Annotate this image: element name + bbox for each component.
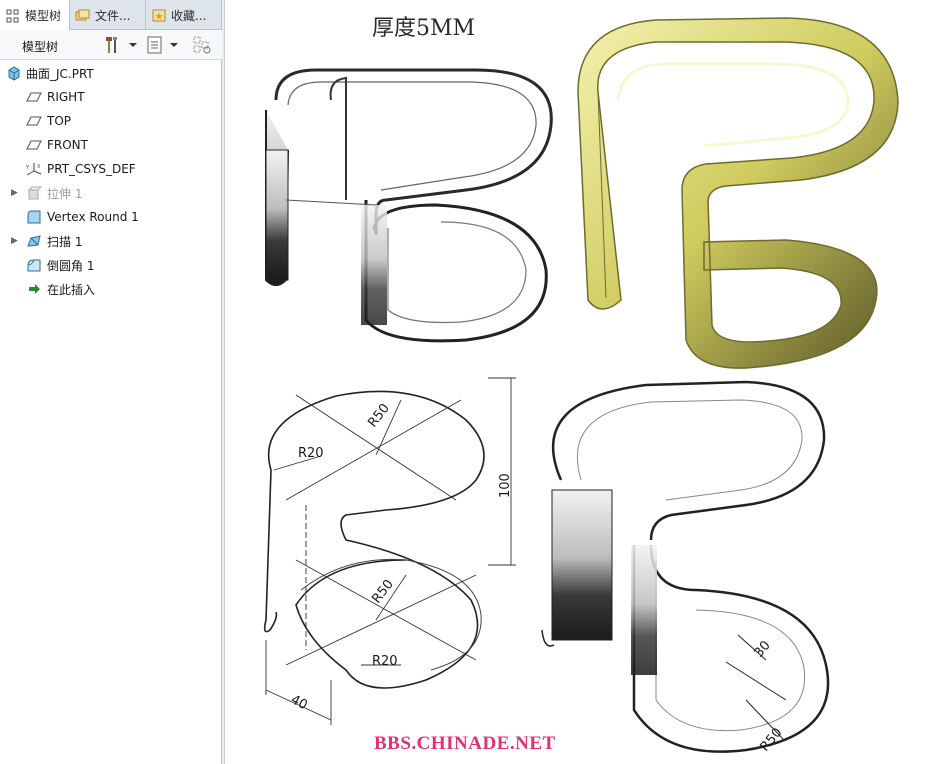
tab-model-tree[interactable]: 模型树: [0, 0, 70, 31]
tree-item-extrude[interactable]: ▶ 拉伸 1: [0, 182, 220, 204]
dim-r50-bottom: R50: [369, 577, 397, 606]
tree-settings-button[interactable]: [103, 35, 137, 55]
chevron-down-icon: [170, 43, 178, 47]
list-options-icon: [147, 36, 162, 54]
datum-plane-icon: [26, 92, 42, 102]
folder-icon: [75, 9, 90, 21]
tree-item-top[interactable]: TOP: [0, 110, 220, 132]
tree-item-label: FRONT: [47, 138, 88, 152]
shaded-model-3d: [577, 17, 899, 369]
tree-item-insert-here[interactable]: 在此插入: [0, 278, 220, 300]
coordinate-system-icon: Y X: [26, 163, 42, 176]
expand-arrow-icon[interactable]: ▶: [11, 236, 21, 246]
tree-item-label: RIGHT: [47, 90, 85, 104]
dim-30: 30: [752, 638, 774, 660]
part-icon: [8, 66, 20, 81]
tree-toolbar: 模型树: [0, 30, 222, 60]
tab-label: 收藏...: [171, 8, 207, 23]
sweep-icon: [27, 235, 41, 247]
tree-filter-button[interactable]: [192, 35, 212, 55]
tree-item-csys[interactable]: Y X PRT_CSYS_DEF: [0, 158, 220, 180]
tree-item-label: TOP: [47, 114, 72, 128]
tree-item-front[interactable]: FRONT: [0, 134, 220, 156]
tree-item-round[interactable]: 倒圆角 1: [0, 254, 220, 276]
dimension-drawing: [263, 377, 516, 725]
model-tree-panel: 模型树 文件... 收藏... 模型树 曲面_JC.PRT RIGHT TOP …: [0, 0, 222, 764]
dim-r50-right: R50: [758, 725, 786, 754]
show-options-button[interactable]: [146, 35, 178, 55]
tab-file-browser[interactable]: 文件...: [70, 0, 146, 30]
svg-text:X: X: [37, 164, 41, 170]
tree-item-vertex-round[interactable]: Vertex Round 1: [0, 206, 220, 228]
tree-item-right[interactable]: RIGHT: [0, 86, 220, 108]
tree-item-label: Vertex Round 1: [47, 210, 139, 224]
vertex-round-icon: [27, 210, 41, 224]
graphics-area[interactable]: 厚度5MM R50 R20 100 R50 R20 40 30 R50 BBS.…: [226, 0, 946, 764]
expand-arrow-icon[interactable]: ▶: [11, 188, 21, 198]
datum-plane-icon: [26, 116, 42, 126]
tab-label: 文件...: [95, 8, 131, 23]
tree-item-label: 倒圆角 1: [47, 258, 95, 273]
panel-splitter[interactable]: [222, 0, 225, 764]
dim-height: 100: [498, 473, 513, 498]
filter-icon: [193, 36, 211, 54]
sketch-top-left: [265, 68, 553, 343]
dim-width: 40: [288, 692, 310, 713]
toolbar-title: 模型树: [22, 40, 59, 54]
dimension-labels: R50 R20 100 R50 R20 40: [288, 401, 513, 713]
watermark-text: BBS.CHINADE.NET: [374, 733, 556, 754]
tree-root-item[interactable]: 曲面_JC.PRT: [0, 62, 220, 84]
model-tree-icon: [6, 9, 19, 22]
insert-arrow-icon: [29, 284, 40, 294]
tree-item-label: 扫描 1: [47, 234, 83, 249]
tree-item-label: 曲面_JC.PRT: [26, 66, 94, 81]
chevron-down-icon: [129, 43, 137, 47]
sketch-bottom-right: 30 R50: [541, 380, 830, 755]
tree-item-sweep[interactable]: ▶ 扫描 1: [0, 230, 220, 252]
tab-label: 模型树: [25, 9, 62, 23]
drawing-artwork: R50 R20 100 R50 R20 40 30 R50: [263, 17, 899, 755]
tree-item-label: 在此插入: [47, 282, 96, 297]
dim-r20-bottom: R20: [372, 654, 398, 669]
hammer-icon: [106, 37, 117, 53]
tree-item-label: 拉伸 1: [47, 186, 83, 201]
round-icon: [27, 259, 41, 272]
panel-tab-bar: 模型树 文件... 收藏...: [0, 0, 222, 31]
favorites-icon: [152, 9, 166, 22]
tab-favorites[interactable]: 收藏...: [146, 0, 222, 30]
svg-text:Y: Y: [26, 165, 30, 171]
dim-r20-top: R20: [298, 446, 324, 461]
extrude-icon: [27, 186, 42, 200]
datum-plane-icon: [26, 140, 42, 150]
tree-item-label: PRT_CSYS_DEF: [47, 162, 136, 176]
